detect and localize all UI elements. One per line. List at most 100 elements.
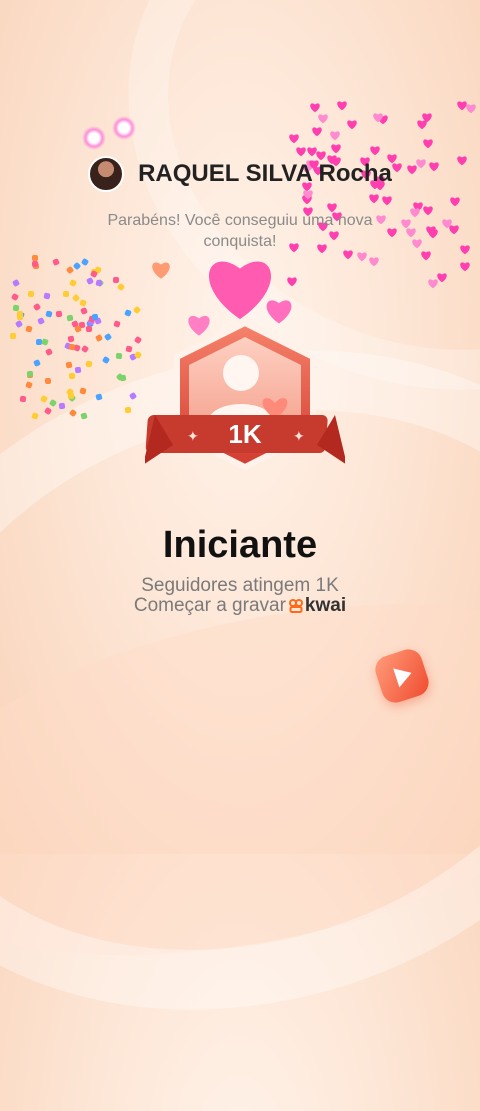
confetti-piece [78, 298, 87, 307]
badge-count-label: 1K [228, 419, 261, 449]
confetti-piece [72, 262, 82, 271]
confetti-piece [86, 276, 95, 285]
confetti-piece [69, 279, 78, 288]
confetti-piece [27, 370, 34, 378]
confetti-piece [15, 319, 24, 329]
heart-icon [318, 114, 328, 123]
heart-icon [422, 113, 433, 123]
heart-icon [369, 146, 380, 156]
confetti-piece [25, 380, 34, 389]
user-row: RAQUEL SILVA Rocha [0, 156, 480, 192]
person-icon [223, 355, 259, 391]
sparkle-decoration [82, 126, 106, 150]
confetti-piece [132, 305, 142, 315]
heart-icon [347, 120, 357, 130]
confetti-piece [10, 332, 17, 339]
confetti-piece [10, 293, 19, 302]
confetti-piece [115, 353, 123, 360]
confetti-piece [112, 276, 119, 283]
confetti-piece [31, 411, 39, 420]
kwai-logo: kwai [288, 595, 347, 616]
confetti-piece [43, 406, 52, 416]
badge-shield: 1K ✦ ✦ [145, 319, 345, 471]
confetti-piece [129, 391, 138, 400]
confetti-piece [44, 377, 52, 384]
confetti-piece [68, 343, 76, 350]
confetti-piece [104, 332, 113, 341]
confetti-piece [62, 290, 69, 297]
achievement-header: RAQUEL SILVA Rocha Parabéns! Você conseg… [0, 156, 480, 252]
confetti-piece [65, 361, 73, 369]
confetti-piece [31, 260, 38, 268]
confetti-piece [95, 393, 103, 401]
achievement-desc-text: Seguidores atingem 1K [141, 575, 339, 596]
confetti-piece [12, 304, 19, 311]
start-recording-label: Começar a gravar [133, 595, 286, 616]
confetti-piece [45, 310, 53, 319]
confetti-piece [85, 360, 93, 368]
svg-text:✦: ✦ [187, 428, 199, 444]
heart-icon [289, 134, 300, 144]
confetti-piece [133, 336, 142, 345]
confetti-piece [48, 399, 57, 408]
avatar[interactable] [88, 156, 125, 192]
confetti-piece [33, 302, 42, 311]
confetti-piece [44, 347, 53, 356]
achievement-title: Iniciante [162, 524, 318, 566]
heart-icon [437, 273, 448, 282]
confetti-piece [125, 406, 132, 413]
heart-icon [460, 262, 471, 272]
heart-icon [357, 252, 368, 262]
confetti-piece [43, 292, 51, 300]
confetti-piece [80, 257, 90, 266]
confetti-piece [27, 290, 35, 298]
confetti-piece [16, 311, 23, 318]
confetti-piece [86, 325, 93, 332]
confetti-piece [80, 306, 88, 315]
heart-icon [152, 262, 170, 279]
heart-icon [423, 138, 433, 148]
confetti-piece [32, 359, 41, 368]
confetti-piece [119, 374, 127, 382]
play-icon [371, 645, 433, 707]
confetti-piece [124, 309, 133, 317]
confetti-piece [74, 367, 82, 374]
confetti-piece [12, 278, 21, 287]
heart-icon [373, 113, 383, 123]
confetti-piece [71, 293, 81, 303]
confetti-piece [113, 320, 122, 328]
confetti-piece [81, 344, 90, 353]
achievement-description: Seguidores atingem 1K Começar a gravar k… [0, 576, 480, 616]
confetti-piece [68, 372, 76, 380]
confetti-piece [80, 412, 88, 421]
heart-icon [330, 144, 341, 154]
username: RAQUEL SILVA Rocha [138, 160, 392, 187]
confetti-piece [67, 335, 75, 343]
confetti-piece [94, 333, 104, 342]
start-recording-link[interactable]: Começar a gravar kwai [0, 596, 480, 616]
confetti-piece [58, 402, 66, 409]
heart-icon [312, 127, 322, 137]
kwai-logo-icon [288, 599, 303, 613]
confetti-piece [102, 356, 111, 365]
heart-icon [310, 103, 320, 113]
confetti-piece [91, 314, 99, 321]
confetti-piece [40, 337, 49, 346]
confetti-piece [40, 395, 48, 404]
confetti-piece [24, 325, 33, 333]
confetti-piece [37, 317, 45, 325]
confetti-piece [125, 345, 133, 353]
kwai-brand-text: kwai [304, 595, 347, 616]
heart-icon [457, 101, 467, 111]
achievement-badge: 1K ✦ ✦ [145, 245, 345, 495]
svg-text:✦: ✦ [293, 428, 305, 444]
confetti-piece [94, 278, 103, 287]
confetti-piece [55, 310, 63, 318]
heart-icon [369, 257, 379, 267]
heart-icon [329, 131, 340, 141]
confetti-piece [31, 255, 38, 262]
confetti-piece [19, 395, 27, 403]
confetti-piece [68, 408, 77, 417]
confetti-piece [79, 387, 87, 395]
confetti-piece [116, 282, 126, 291]
